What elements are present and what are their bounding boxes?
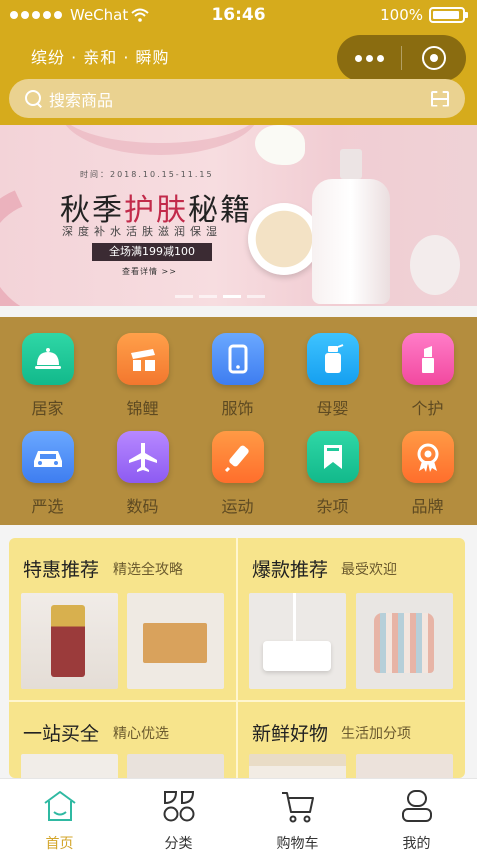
page-dot-active[interactable] <box>223 295 241 298</box>
tab-label: 首页 <box>45 836 74 851</box>
tab-label: 购物车 <box>276 836 319 851</box>
tab-label: 我的 <box>402 836 431 851</box>
category-label: 严选 <box>31 497 64 516</box>
cart-icon <box>282 792 314 823</box>
product-image[interactable] <box>356 593 453 689</box>
category-item[interactable]: 杂项 <box>285 431 380 517</box>
category-item[interactable]: 运动 <box>190 431 285 517</box>
cloche-icon <box>21 333 74 385</box>
product-image[interactable] <box>21 754 118 778</box>
promo-banner[interactable]: 时间：2018.10.15-11.15 秋季护肤秘籍 深度补水活肤滋润保湿 全场… <box>0 125 477 306</box>
category-item[interactable]: 居家 <box>0 333 95 419</box>
tab-profile[interactable]: 我的 <box>357 779 476 851</box>
banner-link[interactable]: 查看详情 >> <box>122 266 177 277</box>
product-image[interactable] <box>249 754 346 778</box>
home-icon <box>44 791 76 821</box>
product-image[interactable] <box>21 593 118 689</box>
promo-card[interactable]: 爆款推荐 最受欢迎 <box>238 538 465 700</box>
banner-pagination <box>175 295 265 298</box>
page-dot[interactable] <box>247 295 265 298</box>
promo-card[interactable]: 新鲜好物 生活加分项 <box>238 702 465 778</box>
page-title: 缤纷 · 亲和 · 瞬购 <box>31 48 170 67</box>
banner-promo: 全场满199减100 <box>92 243 212 261</box>
category-label: 居家 <box>31 399 64 418</box>
category-icon <box>163 791 195 822</box>
scan-icon[interactable] <box>431 91 449 107</box>
tab-cart[interactable]: 购物车 <box>238 779 357 851</box>
lipstick-icon <box>401 333 454 385</box>
category-label: 运动 <box>221 497 254 516</box>
promo-card-title: 一站买全 <box>23 723 100 745</box>
promo-card-title: 特惠推荐 <box>23 559 100 581</box>
category-grid: 居家 锦鲤 服饰 母婴 个护 严选 数码 运动 杂项 品牌 <box>0 317 477 525</box>
tab-category[interactable]: 分类 <box>119 779 238 851</box>
battery-icon <box>429 7 468 23</box>
search-bar[interactable]: 搜索商品 <box>9 79 465 118</box>
banner-date: 时间：2018.10.15-11.15 <box>80 170 214 179</box>
syringe-icon <box>211 431 264 483</box>
category-item[interactable]: 严选 <box>0 431 95 517</box>
cream-jar-image <box>248 203 320 275</box>
mini-program-capsule <box>337 35 466 81</box>
search-placeholder: 搜索商品 <box>49 90 114 110</box>
tab-bar: 首页 分类 购物车 我的 <box>0 778 477 851</box>
category-label: 杂项 <box>316 497 349 516</box>
category-item[interactable]: 锦鲤 <box>95 333 190 419</box>
status-bar: WeChat 16:46 100% <box>0 0 477 30</box>
more-dots-icon <box>354 54 362 62</box>
lotion-bottle-image <box>312 149 390 304</box>
promo-card-title: 爆款推荐 <box>252 559 329 581</box>
promo-card-subtitle: 精选全攻略 <box>113 562 183 578</box>
award-icon <box>401 431 454 483</box>
tab-home[interactable]: 首页 <box>0 779 119 851</box>
category-label: 个护 <box>411 399 444 418</box>
promo-card-title: 新鲜好物 <box>252 723 329 745</box>
promo-card[interactable]: 一站买全 精心优选 <box>9 702 236 778</box>
tab-label: 分类 <box>164 836 193 851</box>
category-label: 母婴 <box>316 399 349 418</box>
category-item[interactable]: 母婴 <box>285 333 380 419</box>
car-icon <box>21 431 74 483</box>
product-image[interactable] <box>127 593 224 689</box>
airplane-icon <box>116 431 169 483</box>
product-image[interactable] <box>249 593 346 689</box>
brush-image <box>410 235 460 295</box>
page-dot[interactable] <box>175 295 193 298</box>
user-icon <box>402 790 432 822</box>
banner-subtitle: 深度补水活肤滋润保湿 <box>62 225 222 238</box>
page-dot[interactable] <box>199 295 217 298</box>
category-label: 服饰 <box>221 399 254 418</box>
product-image[interactable] <box>356 754 453 778</box>
bookmark-icon <box>306 431 359 483</box>
category-label: 品牌 <box>411 497 444 516</box>
battery-status: 100% <box>380 6 468 24</box>
more-button[interactable] <box>337 54 401 62</box>
phone-icon <box>211 333 264 385</box>
promo-cards: 特惠推荐 精选全攻略 爆款推荐 最受欢迎 一站买全 精心优选 新鲜好物 生活加分… <box>9 538 465 778</box>
promo-card-subtitle: 最受欢迎 <box>341 562 397 578</box>
promo-card-subtitle: 生活加分项 <box>341 726 411 742</box>
app-screen: WeChat 16:46 100% 缤纷 · 亲和 · 瞬购 搜索商品 时间：2… <box>0 0 477 851</box>
battery-percent: 100% <box>380 6 423 24</box>
category-label: 数码 <box>126 497 159 516</box>
bottle-icon <box>306 333 359 385</box>
target-icon <box>422 46 446 70</box>
category-item[interactable]: 服饰 <box>190 333 285 419</box>
close-program-button[interactable] <box>402 46 466 70</box>
gift-box-icon <box>116 333 169 385</box>
more-dots-icon <box>365 54 373 62</box>
category-item[interactable]: 品牌 <box>380 431 475 517</box>
category-item[interactable]: 个护 <box>380 333 475 419</box>
header-bar: WeChat 16:46 100% 缤纷 · 亲和 · 瞬购 搜索商品 <box>0 0 477 125</box>
product-image[interactable] <box>127 754 224 778</box>
promo-card-subtitle: 精心优选 <box>113 726 169 742</box>
flower-image <box>255 125 305 165</box>
more-dots-icon <box>376 54 384 62</box>
search-icon <box>25 89 43 108</box>
category-label: 锦鲤 <box>126 399 159 418</box>
ribbon-decoration <box>60 125 260 155</box>
category-item[interactable]: 数码 <box>95 431 190 517</box>
promo-card[interactable]: 特惠推荐 精选全攻略 <box>9 538 236 700</box>
